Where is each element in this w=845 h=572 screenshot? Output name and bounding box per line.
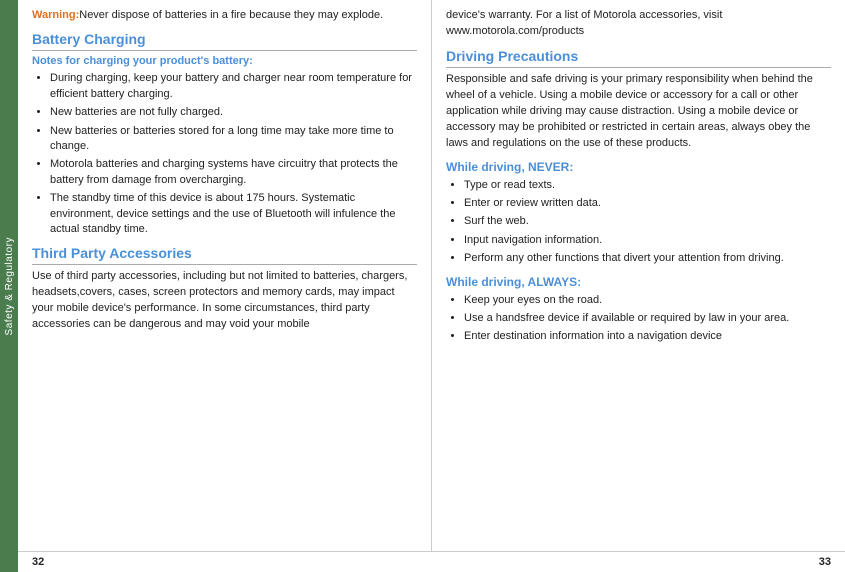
always-list: Keep your eyes on the road. Use a handsf… (464, 293, 831, 345)
right-page-number: 33 (819, 556, 831, 568)
side-tab-label: Safety & Regulatory (4, 237, 15, 335)
while-driving-never-title: While driving, NEVER: (446, 160, 831, 174)
main-content: Warning:Never dispose of batteries in a … (18, 0, 845, 572)
warranty-text: device's warranty. For a list of Motorol… (446, 8, 831, 40)
side-tab: Safety & Regulatory (0, 0, 18, 572)
list-item: Type or read texts. (464, 178, 831, 193)
list-item: Input navigation information. (464, 233, 831, 248)
battery-charging-list: During charging, keep your battery and c… (50, 71, 417, 237)
driving-intro: Responsible and safe driving is your pri… (446, 72, 831, 152)
footer: 32 33 (18, 551, 845, 572)
list-item: Enter destination information into a nav… (464, 329, 831, 344)
left-column: Warning:Never dispose of batteries in a … (18, 0, 432, 551)
columns: Warning:Never dispose of batteries in a … (18, 0, 845, 551)
list-item: Perform any other functions that divert … (464, 251, 831, 266)
battery-charging-title: Battery Charging (32, 31, 417, 51)
right-column: device's warranty. For a list of Motorol… (432, 0, 845, 551)
notes-title: Notes for charging your product's batter… (32, 55, 417, 67)
while-driving-always-title: While driving, ALWAYS: (446, 275, 831, 289)
third-party-title: Third Party Accessories (32, 245, 417, 265)
list-item: Surf the web. (464, 214, 831, 229)
list-item: Use a handsfree device if available or r… (464, 311, 831, 326)
list-item: Keep your eyes on the road. (464, 293, 831, 308)
list-item: Enter or review written data. (464, 196, 831, 211)
warning-text: Never dispose of batteries in a fire bec… (79, 9, 383, 21)
warning-label: Warning: (32, 9, 79, 21)
driving-precautions-title: Driving Precautions (446, 48, 831, 68)
third-party-text: Use of third party accessories, includin… (32, 269, 417, 333)
list-item: New batteries are not fully charged. (50, 105, 417, 120)
list-item: The standby time of this device is about… (50, 191, 417, 237)
list-item: During charging, keep your battery and c… (50, 71, 417, 102)
list-item: Motorola batteries and charging systems … (50, 157, 417, 188)
left-page-number: 32 (32, 556, 44, 568)
never-list: Type or read texts. Enter or review writ… (464, 178, 831, 267)
list-item: New batteries or batteries stored for a … (50, 124, 417, 155)
warning-paragraph: Warning:Never dispose of batteries in a … (32, 8, 417, 23)
